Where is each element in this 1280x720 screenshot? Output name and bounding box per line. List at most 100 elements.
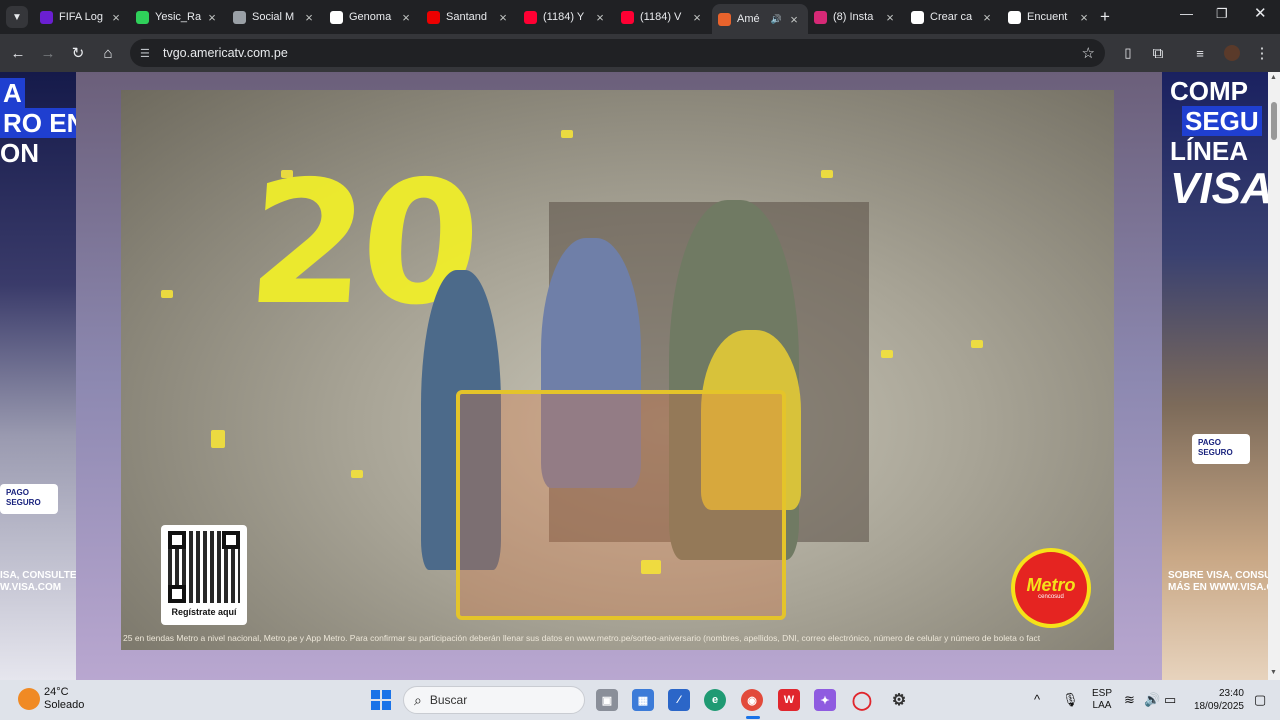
scrollbar-thumb[interactable]	[1271, 102, 1277, 140]
tab-title: Amé	[737, 13, 760, 25]
close-tab-icon[interactable]: ×	[689, 10, 705, 25]
tab-strip: ▼ FIFA Log × Yesic_Ra × Social M × Genoma × Sant…	[0, 0, 1280, 34]
start-button[interactable]	[371, 690, 391, 710]
instagram-icon	[814, 10, 827, 24]
opera-icon[interactable]: ◯	[851, 689, 873, 711]
tab-globe[interactable]: Social M ×	[227, 4, 323, 30]
copilot-icon[interactable]: ✦	[814, 689, 836, 711]
visa-logo: VISA	[1170, 164, 1268, 213]
tab-search-button[interactable]: ▼	[6, 6, 28, 28]
bookmark-star-icon[interactable]: ☆	[1082, 44, 1095, 62]
close-tab-icon[interactable]: ×	[398, 10, 414, 25]
minimize-button[interactable]: —	[1180, 6, 1193, 21]
task-view-icon[interactable]: ▣	[596, 689, 618, 711]
wifi-icon[interactable]: ≋	[1124, 692, 1135, 708]
page-scrollbar[interactable]: ▲ ▼	[1268, 72, 1280, 680]
tab-title: Yesic_Ra	[155, 11, 202, 23]
right-ad-footer: MÁS EN WWW.VISA.C	[1168, 582, 1268, 593]
weather-desc: Soleado	[44, 699, 85, 711]
extensions-icon[interactable]: ⧉	[1148, 43, 1168, 63]
active-app-indicator	[746, 716, 760, 719]
wps-icon[interactable]: W	[778, 689, 800, 711]
reload-button[interactable]: ↻	[68, 43, 88, 63]
tab-k[interactable]: Yesic_Ra ×	[130, 4, 226, 30]
menu-kebab-icon[interactable]: ⋮	[1252, 43, 1272, 63]
notifications-icon[interactable]: ▢	[1254, 692, 1266, 708]
url-text: tvgo.americatv.com.pe	[163, 46, 288, 60]
edge-icon[interactable]: e	[704, 689, 726, 711]
tab-title: Crear ca	[930, 11, 973, 23]
genoma-icon	[330, 10, 343, 24]
weather-temp: 24°C	[44, 686, 69, 698]
tab-fifa[interactable]: FIFA Log ×	[34, 4, 130, 30]
media-controls-icon[interactable]: ≡	[1190, 43, 1210, 63]
clock[interactable]: 23:40 18/09/2025	[1192, 687, 1244, 713]
store-icon[interactable]: ▦	[632, 689, 654, 711]
brand-sub: cencosud	[1038, 594, 1064, 600]
video-player[interactable]: 20 Regístrate aquí Metro cencosud 25 en …	[121, 90, 1114, 650]
left-ad-footer: ISA, CONSULTE	[0, 570, 76, 581]
legal-ticker: 25 en tiendas Metro a nivel nacional, Me…	[123, 633, 1041, 643]
left-ad-line: A	[0, 78, 25, 108]
right-ad-line: LÍNEA	[1170, 136, 1248, 166]
editor-icon[interactable]: ⁄	[668, 689, 690, 711]
back-button[interactable]: ←	[8, 43, 28, 63]
close-tab-icon[interactable]: ×	[592, 10, 608, 25]
left-ad-banner[interactable]: A RO EN ON PAGO SEGURO ISA, CONSULTE W.VI…	[0, 72, 76, 680]
close-tab-icon[interactable]: ×	[786, 12, 802, 27]
home-icon: ⌂	[103, 44, 113, 62]
fifa-icon	[40, 10, 53, 24]
tab-tiktok[interactable]: Encuent ×	[1002, 4, 1098, 30]
close-tab-icon[interactable]: ×	[495, 10, 511, 25]
language-indicator[interactable]: ESP LAA	[1092, 688, 1112, 712]
qr-code[interactable]: Regístrate aquí	[161, 525, 247, 625]
close-window-button[interactable]: ✕	[1254, 4, 1267, 22]
close-tab-icon[interactable]: ×	[301, 10, 317, 25]
weather-widget[interactable]: 24°C Soleado	[18, 686, 84, 712]
tab-instagram[interactable]: (8) Insta ×	[808, 4, 904, 30]
site-info-icon[interactable]: ☰	[140, 47, 154, 60]
chevron-down-icon: ▼	[12, 11, 22, 23]
tab-title: Santand	[446, 11, 487, 23]
new-tab-button[interactable]: +	[1100, 7, 1110, 27]
address-bar[interactable]: ☰ tvgo.americatv.com.pe ☆	[130, 39, 1105, 67]
page-viewport: A RO EN ON PAGO SEGURO ISA, CONSULTE W.VI…	[0, 72, 1268, 680]
battery-icon[interactable]: ▭	[1164, 692, 1176, 708]
youtube-icon	[524, 10, 537, 24]
qr-label: Regístrate aquí	[171, 607, 237, 617]
tab-audio-icon[interactable]: 🔊	[771, 14, 782, 25]
microphone-icon[interactable]: 🎙	[1062, 692, 1079, 708]
taskbar-search[interactable]: ⌕ Buscar	[403, 686, 585, 714]
profile-avatar[interactable]	[1222, 43, 1242, 63]
left-ad-footer: W.VISA.COM	[0, 582, 62, 593]
tab-youtube[interactable]: (1184) V ×	[615, 4, 711, 30]
tab-youtube[interactable]: (1184) Y ×	[518, 4, 614, 30]
clock-date: 18/09/2025	[1193, 701, 1244, 712]
right-ad-banner[interactable]: COMP SEGU LÍNEA VISA PAGO SEGURO SOBRE VI…	[1162, 72, 1268, 680]
forward-button[interactable]: →	[38, 43, 58, 63]
maximize-button[interactable]: ❐	[1216, 6, 1228, 22]
settings-gear-icon[interactable]: ⚙	[888, 689, 910, 711]
close-tab-icon[interactable]: ×	[882, 10, 898, 25]
weather-sun-icon	[18, 688, 40, 710]
tray-overflow-icon[interactable]: ^	[1034, 692, 1040, 707]
tab-genoma[interactable]: Genoma ×	[324, 4, 420, 30]
youtube-icon	[621, 10, 634, 24]
chrome-icon[interactable]: ◉	[741, 689, 763, 711]
close-tab-icon[interactable]: ×	[979, 10, 995, 25]
tab-title: (1184) V	[640, 11, 682, 23]
tab-america[interactable]: Amé 🔊 ×	[712, 4, 808, 34]
globe-icon	[233, 10, 246, 24]
arrow-left-icon: ←	[10, 44, 26, 62]
right-ad-footer: SOBRE VISA, CONSU	[1168, 570, 1268, 581]
volume-icon[interactable]: 🔊	[1144, 692, 1160, 708]
document-icon[interactable]: ▯	[1118, 43, 1138, 63]
close-tab-icon[interactable]: ×	[108, 10, 124, 25]
home-button[interactable]: ⌂	[98, 43, 118, 63]
tab-santander[interactable]: Santand ×	[421, 4, 517, 30]
close-tab-icon[interactable]: ×	[204, 10, 220, 25]
tab-openai[interactable]: Crear ca ×	[905, 4, 1001, 30]
close-tab-icon[interactable]: ×	[1076, 10, 1092, 25]
pago-seguro-badge: PAGO SEGURO	[0, 484, 58, 514]
tab-title: FIFA Log	[59, 11, 104, 23]
